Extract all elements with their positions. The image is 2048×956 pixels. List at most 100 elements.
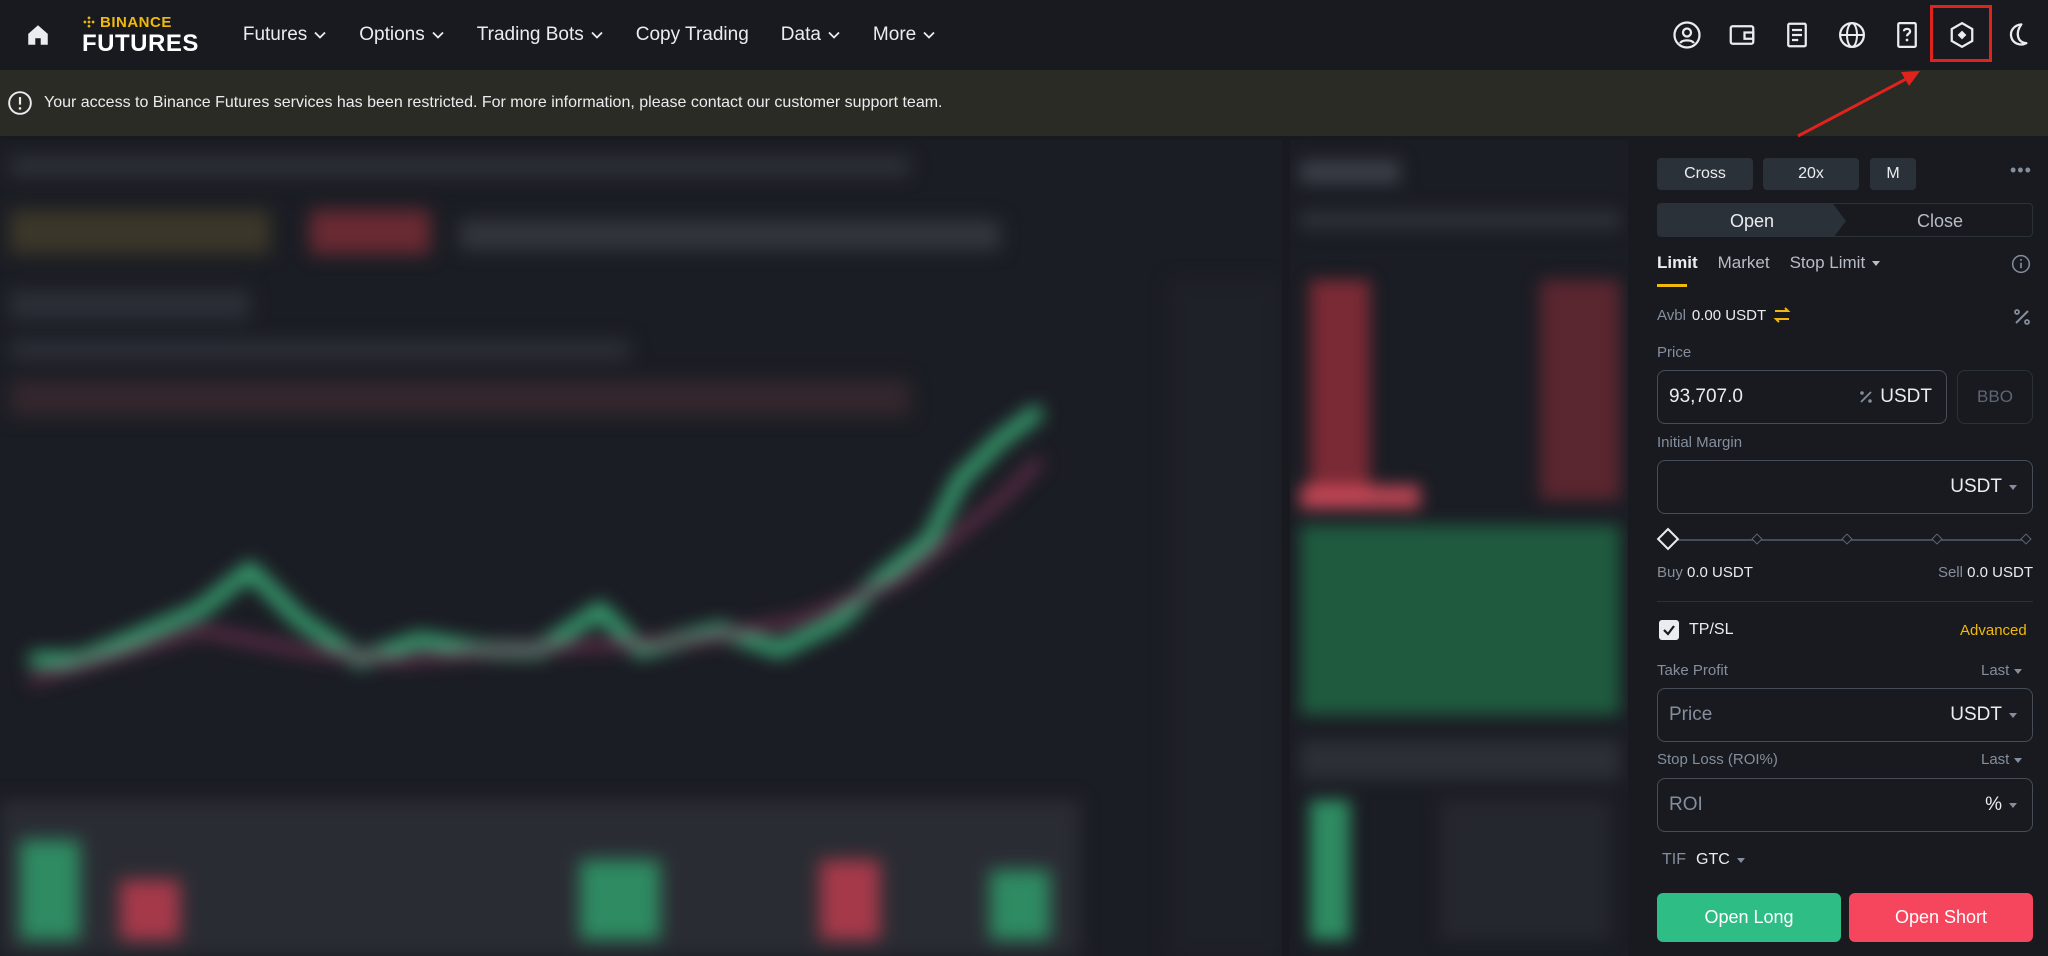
globe-icon[interactable]	[1824, 8, 1879, 63]
moon-icon[interactable]	[1989, 8, 2044, 63]
transfer-icon[interactable]	[1772, 306, 1792, 324]
tif-label: TIF	[1662, 851, 1686, 868]
price-input[interactable]: 93,707.0 USDT	[1657, 370, 1947, 424]
caret-down-icon	[2014, 668, 2023, 674]
nav-futures[interactable]: Futures	[227, 0, 343, 70]
buy-value: 0.0 USDT	[1687, 564, 1753, 581]
wallet-icon[interactable]	[1714, 8, 1769, 63]
nav-label: Data	[780, 24, 821, 45]
nav-more[interactable]: More	[857, 0, 952, 70]
size-slider[interactable]	[1656, 527, 2032, 551]
orders-icon[interactable]	[1769, 8, 1824, 63]
nav-data[interactable]: Data	[765, 0, 857, 70]
info-icon[interactable]	[2011, 254, 2031, 274]
main-nav: Futures Options Trading Bots Copy Tradin…	[227, 0, 952, 70]
sell-label: Sell	[1937, 564, 1963, 581]
order-book-blur-layer	[1290, 140, 1628, 956]
tif-value: GTC	[1696, 851, 1730, 868]
price-value: 93,707.0	[1669, 386, 1743, 407]
help-icon[interactable]	[1879, 8, 1934, 63]
price-label: Price	[1657, 344, 1692, 361]
take-profit-trigger[interactable]: Last	[1981, 662, 2023, 679]
nav-options[interactable]: Options	[343, 0, 460, 70]
price-unit-group: USDT	[1858, 386, 1932, 408]
stop-loss-input[interactable]: ROI %	[1657, 778, 2033, 832]
order-book-blurred	[1290, 140, 1628, 956]
brand-top-text: BINANCE	[100, 13, 172, 31]
bbo-button[interactable]: BBO	[1957, 370, 2033, 424]
tab-label: Stop Limit	[1789, 253, 1866, 272]
initial-margin-label: Initial Margin	[1657, 434, 1743, 451]
chevron-down-icon	[591, 31, 603, 39]
tpsl-toggle[interactable]: TP/SL	[1659, 620, 1733, 640]
asset-mode-button[interactable]: M	[1870, 158, 1916, 190]
caret-down-icon	[2009, 485, 2017, 490]
binance-logo-icon	[83, 16, 95, 28]
caret-down-icon	[2009, 713, 2017, 718]
nav-copy-trading[interactable]: Copy Trading	[620, 0, 765, 70]
tab-market[interactable]: Market	[1718, 253, 1770, 273]
tif-selector[interactable]: TIF GTC	[1662, 851, 1746, 869]
take-profit-unit-group[interactable]: USDT	[1950, 704, 2018, 726]
margin-unit-group[interactable]: USDT	[1950, 476, 2018, 498]
stop-loss-placeholder: ROI	[1669, 794, 1703, 815]
nav-label: Copy Trading	[635, 24, 749, 45]
tab-label: Market	[1717, 253, 1770, 272]
initial-margin-input[interactable]: USDT	[1657, 460, 2033, 514]
margin-mode-button[interactable]: Cross	[1657, 158, 1753, 190]
sell-value: 0.0 USDT	[1967, 564, 2033, 581]
price-chart-blurred	[0, 140, 1282, 956]
nav-trading-bots[interactable]: Trading Bots	[461, 0, 620, 70]
check-icon	[1663, 625, 1675, 636]
tab-label: Limit	[1657, 253, 1698, 272]
open-long-button[interactable]: Open Long	[1657, 893, 1841, 942]
nav-label: More	[872, 24, 917, 45]
advanced-link[interactable]: Advanced	[1960, 622, 2027, 639]
buy-amount: Buy 0.0 USDT	[1657, 564, 1753, 581]
divider	[1657, 601, 2033, 602]
take-profit-input[interactable]: Price USDT	[1657, 688, 2033, 742]
margin-unit: USDT	[1950, 476, 2002, 497]
settings-highlight-box	[1930, 5, 1992, 62]
binance-futures-logo[interactable]: BINANCE FUTURES	[82, 15, 199, 56]
banner-text: Your access to Binance Futures services …	[44, 94, 943, 111]
take-profit-label: Take Profit	[1657, 662, 1728, 679]
stop-loss-unit: %	[1985, 794, 2002, 815]
chevron-down-icon	[314, 31, 326, 39]
tpsl-label: TP/SL	[1689, 621, 1734, 638]
home-icon[interactable]	[14, 11, 62, 59]
alert-info-icon	[8, 91, 32, 115]
brand-bottom-text: FUTURES	[82, 29, 199, 57]
buy-label: Buy	[1657, 564, 1683, 581]
stop-loss-trigger[interactable]: Last	[1981, 751, 2023, 768]
caret-down-icon	[1736, 858, 1745, 863]
leverage-button[interactable]: 20x	[1763, 158, 1859, 190]
caret-down-icon	[2009, 803, 2017, 808]
trigger-label: Last	[1981, 662, 2010, 679]
more-options-icon[interactable]: •••	[2010, 160, 2032, 181]
trigger-label: Last	[1981, 751, 2010, 768]
stop-loss-unit-group[interactable]: %	[1985, 794, 2018, 816]
open-tab[interactable]: Open	[1658, 204, 1846, 236]
open-short-button[interactable]: Open Short	[1849, 893, 2033, 942]
percent-icon	[1860, 391, 1873, 403]
take-profit-unit: USDT	[1950, 704, 2002, 725]
nav-label: Futures	[242, 24, 308, 45]
user-icon[interactable]	[1659, 8, 1714, 63]
chart-blur-layer	[0, 140, 1282, 956]
chevron-down-icon	[923, 31, 935, 39]
take-profit-placeholder: Price	[1669, 704, 1713, 725]
tpsl-checkbox[interactable]	[1659, 620, 1679, 640]
stop-loss-label: Stop Loss (ROI%)	[1657, 751, 1778, 768]
avbl-label: Avbl	[1657, 306, 1686, 324]
tab-limit[interactable]: Limit	[1657, 253, 1698, 287]
top-navigation-bar: BINANCE FUTURES Futures Options Trading …	[0, 0, 2048, 70]
restriction-banner: Your access to Binance Futures services …	[0, 70, 2048, 136]
caret-down-icon	[2014, 757, 2023, 763]
caret-down-icon	[1872, 261, 1881, 266]
tab-stop-limit[interactable]: Stop Limit	[1790, 253, 1882, 273]
close-tab[interactable]: Close	[1846, 204, 2032, 236]
nav-label: Options	[359, 24, 425, 45]
order-type-tabs: Limit Market Stop Limit	[1657, 253, 1901, 287]
calculator-icon[interactable]	[2012, 307, 2032, 327]
